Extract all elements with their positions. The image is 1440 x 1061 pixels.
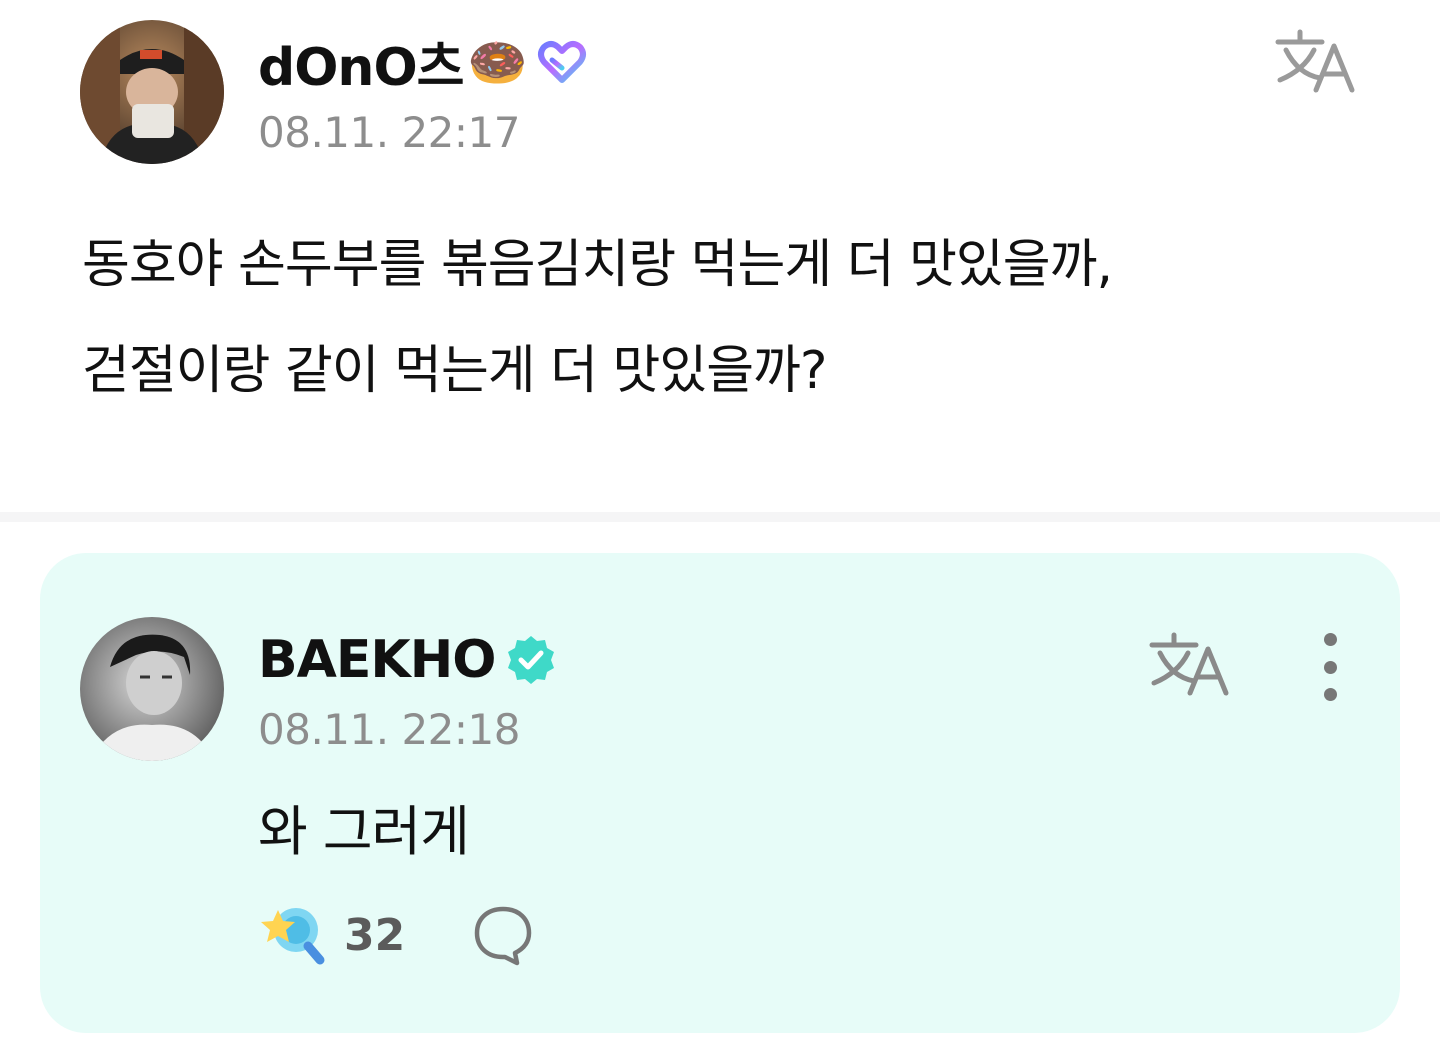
- artist-username[interactable]: BAEKHO: [258, 627, 557, 693]
- star-wand-icon[interactable]: [258, 900, 328, 970]
- artist-avatar[interactable]: [80, 617, 224, 761]
- like-count: 32: [344, 909, 406, 961]
- comment-text: 와 그러게: [258, 800, 470, 863]
- heart-badge-icon: [536, 38, 588, 86]
- more-dot: [1323, 688, 1337, 701]
- reply-bubble-icon[interactable]: [471, 903, 535, 967]
- translate-icon[interactable]: [1146, 629, 1236, 701]
- post-timestamp: 08.11. 22:17: [258, 108, 520, 157]
- section-divider: [0, 512, 1440, 522]
- post-body: 동호야 손두부를 볶음김치랑 먹는게 더 맛있을까, 걷절이랑 같이 먹는게 더…: [82, 235, 1113, 401]
- translate-icon[interactable]: [1272, 26, 1362, 98]
- fan-username-label: dOnO츠: [258, 37, 464, 98]
- artist-comment-card: BAEKHO 08.11. 22:18 와 그러게 32: [40, 553, 1400, 1033]
- comment-timestamp: 08.11. 22:18: [258, 705, 520, 754]
- more-dot: [1323, 633, 1337, 646]
- fan-avatar[interactable]: [80, 20, 224, 164]
- artist-username-label: BAEKHO: [258, 630, 496, 690]
- more-vertical-icon[interactable]: [1312, 633, 1348, 701]
- comment-actions: 32: [258, 899, 535, 971]
- fan-username[interactable]: dOnO츠 🍩: [258, 30, 588, 98]
- verified-badge-icon: [505, 634, 557, 686]
- donut-emoji: 🍩: [467, 34, 528, 91]
- more-dot: [1323, 660, 1337, 674]
- fan-post: dOnO츠 🍩 08.11. 22:17 동호야 손두부를 볶음김치랑 먹는게 …: [0, 0, 1440, 512]
